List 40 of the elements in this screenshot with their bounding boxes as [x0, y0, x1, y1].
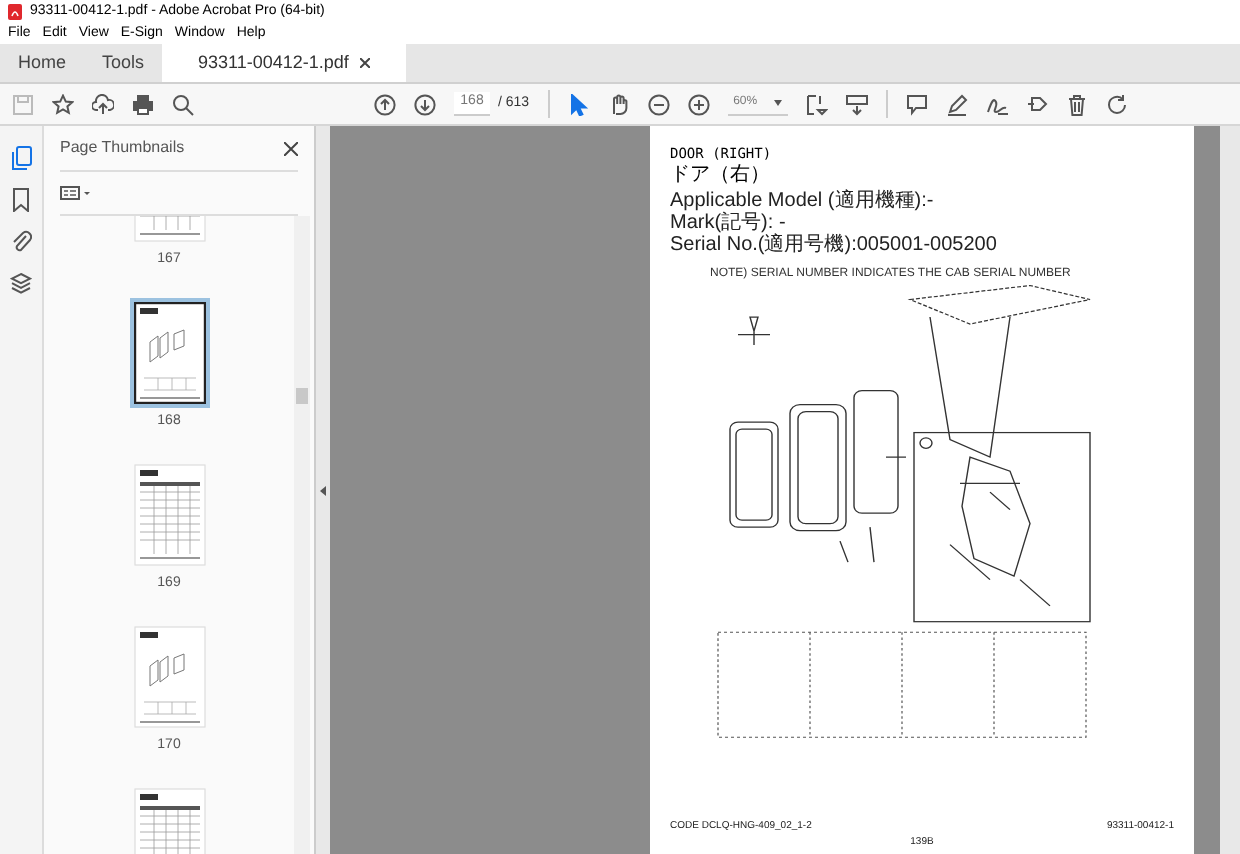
zoom-out-icon[interactable]: [647, 93, 670, 115]
comment-icon[interactable]: [905, 93, 928, 115]
tab[interactable]: 93311-00412-1.pdf: [162, 44, 407, 82]
print-icon[interactable]: [132, 93, 154, 115]
pen-icon[interactable]: [945, 93, 968, 115]
tab-label[interactable]: 93311-00412-1.pdf: [198, 49, 349, 77]
detail-line: Mark(記号): -: [670, 212, 788, 234]
collapse-arrow-icon[interactable]: [320, 485, 326, 495]
close-icon[interactable]: [360, 58, 371, 68]
scrollbar[interactable]: [1220, 126, 1240, 854]
pointer-icon[interactable]: [567, 93, 590, 115]
rotate-icon[interactable]: [1105, 93, 1128, 115]
caret-icon: [773, 100, 782, 106]
hand-icon[interactable]: [607, 93, 630, 115]
fit-page-icon[interactable]: [805, 93, 828, 115]
close-icon[interactable]: [284, 141, 298, 155]
scrollbar[interactable]: [294, 216, 310, 854]
zoom-in-icon[interactable]: [687, 93, 710, 115]
page-thumbnail[interactable]: [133, 302, 205, 404]
panel-collapse-handle[interactable]: [314, 126, 330, 854]
pages-icon[interactable]: [10, 146, 32, 170]
page-up-icon[interactable]: [374, 93, 396, 115]
panel-title: Page Thumbnails: [60, 136, 185, 160]
stamp-icon[interactable]: [1025, 93, 1048, 115]
detail-line: Serial No.(適用号機):005001-005200: [670, 234, 999, 256]
layers-icon[interactable]: [10, 272, 32, 296]
signature-icon[interactable]: [985, 93, 1008, 115]
star-icon[interactable]: [52, 93, 74, 115]
ruler-icon[interactable]: [845, 93, 868, 115]
page-heading: ドア（右）: [670, 164, 772, 188]
detail-line: Applicable Model (適用機種):-: [670, 190, 936, 212]
bookmark-icon[interactable]: [10, 188, 32, 212]
page-down-icon[interactable]: [414, 93, 436, 115]
cloud-upload-icon[interactable]: [92, 93, 114, 115]
search-icon[interactable]: [172, 93, 194, 115]
tab[interactable]: Home: [0, 44, 85, 82]
trash-icon[interactable]: [1065, 93, 1088, 115]
tab[interactable]: Tools: [84, 44, 163, 82]
thumbnail-options-icon[interactable]: [60, 186, 92, 200]
paperclip-icon[interactable]: [10, 230, 32, 254]
